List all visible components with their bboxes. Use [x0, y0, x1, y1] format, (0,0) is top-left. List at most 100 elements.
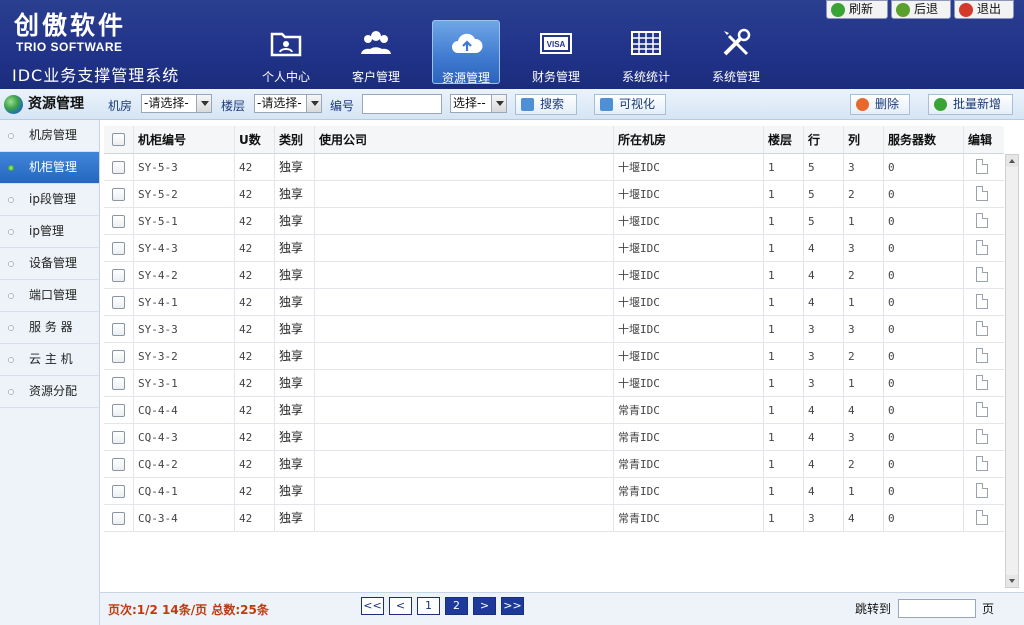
row-checkbox[interactable]: [112, 431, 125, 444]
row-checkbox[interactable]: [112, 269, 125, 282]
row-checkbox[interactable]: [112, 458, 125, 471]
scroll-down-icon[interactable]: [1006, 575, 1018, 587]
row-checkbox[interactable]: [112, 188, 125, 201]
header-id[interactable]: 机柜编号: [134, 126, 235, 153]
table-scrollbar[interactable]: [1005, 154, 1019, 588]
cell-floor: 1: [764, 208, 804, 234]
nav-resource-management[interactable]: 资源管理: [432, 20, 500, 85]
table-row[interactable]: CQ-4-2 42 独享 常青IDC 1 4 2 0: [104, 451, 1004, 478]
first-page-button[interactable]: <<: [361, 597, 384, 615]
row-checkbox[interactable]: [112, 161, 125, 174]
search-icon: [521, 98, 534, 111]
header-room[interactable]: 所在机房: [614, 126, 764, 153]
sidebar-item-server[interactable]: 服 务 器: [0, 312, 99, 344]
nav-customer-management[interactable]: 客户管理: [342, 20, 410, 84]
edit-document-icon[interactable]: [976, 348, 988, 363]
edit-document-icon[interactable]: [976, 186, 988, 201]
search-button-label: 搜索: [540, 97, 565, 111]
batch-add-button[interactable]: 批量新增: [928, 94, 1013, 115]
header-u[interactable]: U数: [235, 126, 275, 153]
sidebar-item-ip[interactable]: ip管理: [0, 216, 99, 248]
edit-document-icon[interactable]: [976, 402, 988, 417]
table-row[interactable]: SY-5-3 42 独享 十堰IDC 1 5 3 0: [104, 154, 1004, 181]
sidebar-item-ip-segment[interactable]: ip段管理: [0, 184, 99, 216]
sidebar-item-cloud-host[interactable]: 云 主 机: [0, 344, 99, 376]
sidebar-item-resource-allocation[interactable]: 资源分配: [0, 376, 99, 408]
cell-edit: [964, 208, 1004, 234]
cell-servers: 0: [884, 289, 964, 315]
select-all-checkbox[interactable]: [112, 133, 125, 146]
header-col[interactable]: 列: [844, 126, 884, 153]
table-row[interactable]: SY-5-2 42 独享 十堰IDC 1 5 2 0: [104, 181, 1004, 208]
cabinet-table: 机柜编号 U数 类别 使用公司 所在机房 楼层 行 列 服务器数 编辑 SY-5…: [104, 126, 1004, 532]
table-row[interactable]: CQ-4-3 42 独享 常青IDC 1 4 3 0: [104, 424, 1004, 451]
header-type[interactable]: 类别: [275, 126, 315, 153]
sidebar-item-cabinet[interactable]: 机柜管理: [0, 152, 99, 184]
page-2-button[interactable]: 2: [445, 597, 468, 615]
search-button[interactable]: 搜索: [515, 94, 577, 115]
page-1-button[interactable]: 1: [417, 597, 440, 615]
cell-company: [315, 154, 614, 180]
cell-id: CQ-3-4: [134, 505, 235, 531]
edit-document-icon[interactable]: [976, 456, 988, 471]
sidebar-item-room[interactable]: 机房管理: [0, 120, 99, 152]
edit-document-icon[interactable]: [976, 321, 988, 336]
cell-edit: [964, 478, 1004, 504]
cell-type: 独享: [275, 451, 315, 477]
header-row[interactable]: 行: [804, 126, 844, 153]
table-row[interactable]: SY-3-1 42 独享 十堰IDC 1 3 1 0: [104, 370, 1004, 397]
row-checkbox[interactable]: [112, 404, 125, 417]
edit-document-icon[interactable]: [976, 267, 988, 282]
header-floor[interactable]: 楼层: [764, 126, 804, 153]
table-row[interactable]: SY-4-2 42 独享 十堰IDC 1 4 2 0: [104, 262, 1004, 289]
delete-button[interactable]: 删除: [850, 94, 910, 115]
next-page-button[interactable]: >: [473, 597, 496, 615]
nav-finance-management[interactable]: VISA 财务管理: [522, 20, 590, 84]
sidebar-item-device[interactable]: 设备管理: [0, 248, 99, 280]
nav-system-management[interactable]: 系统管理: [702, 20, 770, 84]
table-row[interactable]: SY-3-3 42 独享 十堰IDC 1 3 3 0: [104, 316, 1004, 343]
edit-document-icon[interactable]: [976, 429, 988, 444]
sidebar-item-port[interactable]: 端口管理: [0, 280, 99, 312]
nav-system-statistics[interactable]: 系统统计: [612, 20, 680, 84]
number-input[interactable]: [362, 94, 442, 114]
edit-document-icon[interactable]: [976, 510, 988, 525]
row-checkbox[interactable]: [112, 242, 125, 255]
header-servers[interactable]: 服务器数: [884, 126, 964, 153]
visualize-button[interactable]: 可视化: [594, 94, 666, 115]
row-checkbox[interactable]: [112, 323, 125, 336]
edit-document-icon[interactable]: [976, 375, 988, 390]
row-checkbox[interactable]: [112, 485, 125, 498]
table-row[interactable]: CQ-4-4 42 独享 常青IDC 1 4 4 0: [104, 397, 1004, 424]
table-row[interactable]: SY-4-3 42 独享 十堰IDC 1 4 3 0: [104, 235, 1004, 262]
edit-document-icon[interactable]: [976, 294, 988, 309]
edit-document-icon[interactable]: [976, 483, 988, 498]
refresh-button[interactable]: 刷新: [826, 0, 888, 19]
prev-page-button[interactable]: <: [389, 597, 412, 615]
header-company[interactable]: 使用公司: [315, 126, 614, 153]
row-checkbox[interactable]: [112, 215, 125, 228]
table-row[interactable]: CQ-4-1 42 独享 常青IDC 1 4 1 0: [104, 478, 1004, 505]
exit-button[interactable]: 退出: [954, 0, 1014, 19]
row-checkbox[interactable]: [112, 350, 125, 363]
svg-text:VISA: VISA: [547, 40, 566, 49]
scroll-up-icon[interactable]: [1006, 155, 1018, 167]
table-row[interactable]: SY-3-2 42 独享 十堰IDC 1 3 2 0: [104, 343, 1004, 370]
type-select[interactable]: 选择--: [450, 94, 507, 113]
edit-document-icon[interactable]: [976, 240, 988, 255]
nav-personal-center[interactable]: 个人中心: [252, 20, 320, 84]
row-checkbox[interactable]: [112, 377, 125, 390]
table-row[interactable]: SY-4-1 42 独享 十堰IDC 1 4 1 0: [104, 289, 1004, 316]
last-page-button[interactable]: >>: [501, 597, 524, 615]
room-select[interactable]: -请选择-: [141, 94, 212, 113]
row-checkbox[interactable]: [112, 512, 125, 525]
floor-select[interactable]: -请选择-: [254, 94, 322, 113]
jump-page-input[interactable]: [898, 599, 976, 618]
sidebar: 机房管理 机柜管理 ip段管理 ip管理 设备管理 端口管理 服 务 器 云 主…: [0, 120, 100, 625]
row-checkbox[interactable]: [112, 296, 125, 309]
back-button[interactable]: 后退: [891, 0, 951, 19]
edit-document-icon[interactable]: [976, 159, 988, 174]
edit-document-icon[interactable]: [976, 213, 988, 228]
table-row[interactable]: CQ-3-4 42 独享 常青IDC 1 3 4 0: [104, 505, 1004, 532]
table-row[interactable]: SY-5-1 42 独享 十堰IDC 1 5 1 0: [104, 208, 1004, 235]
